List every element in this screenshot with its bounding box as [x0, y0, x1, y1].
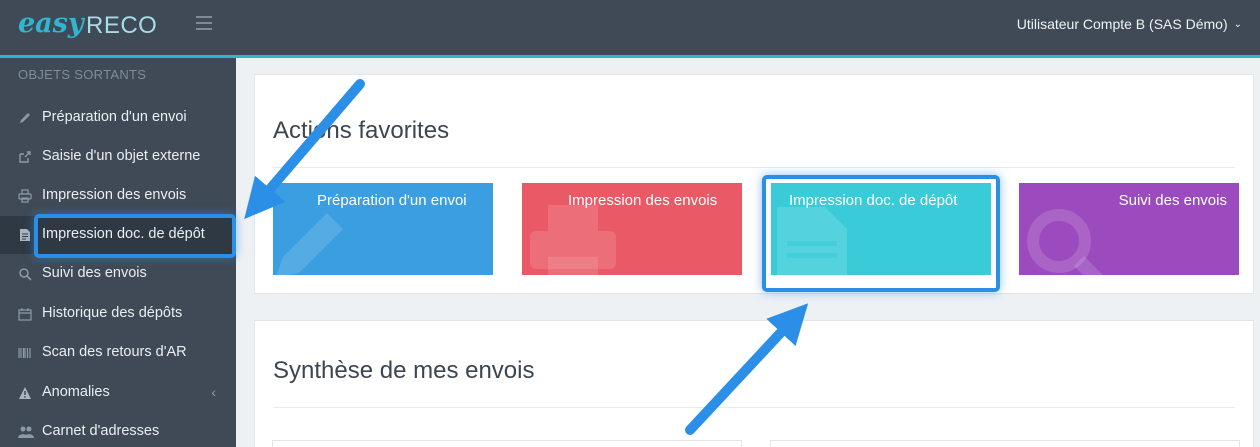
main-content: Actions favorites Préparation d'un envoi… — [236, 58, 1260, 447]
sidebar-item-suivi-envois[interactable]: Suivi des envois — [0, 255, 236, 293]
sidebar: OBJETS SORTANTS Préparation d'un envoi S… — [0, 58, 236, 447]
users-icon — [18, 425, 34, 439]
sidebar-item-impression-envois[interactable]: Impression des envois — [0, 177, 236, 215]
external-link-icon — [18, 150, 34, 164]
app-logo[interactable]: easy RECO — [18, 8, 168, 48]
sidebar-item-label: Saisie d'un objet externe — [42, 148, 201, 164]
summary-panel: Synthèse de mes envois — [254, 320, 1254, 447]
hamburger-menu-icon[interactable] — [196, 16, 212, 30]
printer-icon — [530, 205, 616, 275]
document-icon — [777, 207, 847, 275]
calendar-icon — [18, 307, 34, 321]
sidebar-item-label: Scan des retours d'AR — [42, 344, 187, 360]
logo-text-reco: RECO — [86, 12, 158, 39]
chevron-down-icon: ⌄ — [1233, 19, 1242, 30]
tile-impression-doc-depot[interactable]: Impression doc. de dépôt — [771, 183, 991, 275]
pencil-icon — [276, 213, 343, 275]
favorites-divider — [273, 167, 1235, 168]
sidebar-item-label: Suivi des envois — [42, 265, 147, 281]
sidebar-item-scan-retours-ar[interactable]: Scan des retours d'AR — [0, 334, 236, 372]
search-icon — [1027, 209, 1103, 275]
chevron-left-icon: ‹ — [211, 384, 216, 400]
warning-icon — [18, 386, 34, 400]
user-account-label: Utilisateur Compte B (SAS Démo) — [1016, 16, 1228, 32]
sidebar-item-label: Anomalies — [42, 384, 110, 400]
document-icon — [18, 228, 34, 242]
barcode-icon — [18, 346, 34, 360]
summary-divider — [273, 407, 1235, 408]
sidebar-section-title: OBJETS SORTANTS — [18, 67, 147, 82]
top-navbar: easy RECO Utilisateur Compte B (SAS Démo… — [0, 0, 1260, 55]
tile-suivi-envois[interactable]: Suivi des envois — [1019, 183, 1239, 275]
sidebar-item-label: Historique des dépôts — [42, 305, 183, 321]
sidebar-item-impression-doc-depot[interactable]: Impression doc. de dépôt — [0, 216, 236, 254]
printer-icon — [18, 189, 34, 203]
sidebar-item-preparation-envoi[interactable]: Préparation d'un envoi — [0, 99, 236, 137]
sidebar-item-label: Impression doc. de dépôt — [42, 226, 205, 242]
summary-title: Synthèse de mes envois — [273, 357, 535, 384]
search-icon — [18, 267, 34, 281]
sidebar-item-label: Impression des envois — [42, 187, 187, 203]
summary-card-right — [770, 440, 1240, 447]
favorites-title: Actions favorites — [273, 117, 450, 144]
sidebar-item-carnet-adresses[interactable]: Carnet d'adresses — [0, 413, 236, 447]
sidebar-item-label: Préparation d'un envoi — [42, 109, 187, 125]
favorites-panel: Actions favorites Préparation d'un envoi… — [254, 74, 1254, 294]
logo-text-easy: easy — [18, 8, 84, 39]
sidebar-item-saisie-objet-externe[interactable]: Saisie d'un objet externe — [0, 138, 236, 176]
sidebar-item-anomalies[interactable]: Anomalies ‹ — [0, 374, 236, 412]
summary-card-left — [272, 440, 742, 447]
user-account-menu[interactable]: Utilisateur Compte B (SAS Démo) ⌄ — [1017, 16, 1242, 32]
sidebar-item-historique-depots[interactable]: Historique des dépôts — [0, 295, 236, 333]
pencil-icon — [18, 111, 34, 125]
tile-label: Suivi des envois — [1118, 192, 1227, 209]
tile-preparation-envoi[interactable]: Préparation d'un envoi — [273, 183, 493, 275]
tile-impression-envois[interactable]: Impression des envois — [522, 183, 742, 275]
sidebar-item-label: Carnet d'adresses — [42, 423, 160, 439]
